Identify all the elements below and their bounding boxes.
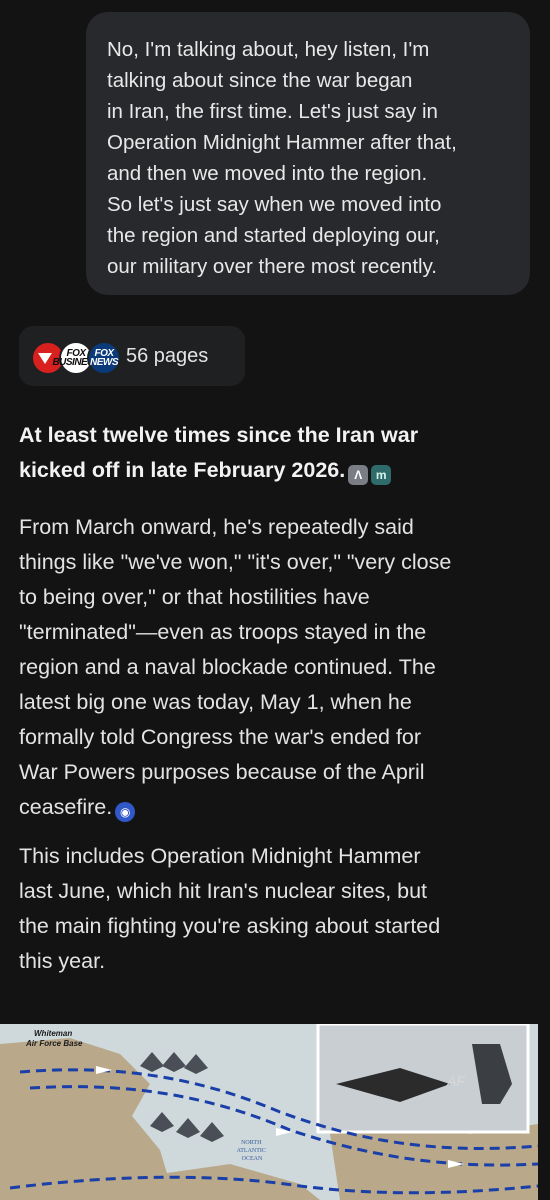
citation-chip-icon[interactable]: Λ [348,465,369,485]
map-illustration: AF Whiteman Air Force Base NORTH ATLANTI… [0,1024,538,1200]
base-label: Whiteman Air Force Base [25,1029,83,1048]
user-message-line: our military over there most recently. [107,255,438,278]
answer-headline: At least twelve times since the Iran war… [19,418,529,488]
paragraph-line: this year. [19,949,106,973]
paragraph-line: things like "we've won," "it's over," "v… [19,550,452,574]
paragraph-line: latest big one was today, May 1, when he [19,690,412,714]
user-message-line: Operation Midnight Hammer after that, [107,131,457,154]
paragraph-line: last June, which hit Iran's nuclear site… [19,879,428,903]
user-message-line: talking about since the war began [107,69,413,92]
headline-line: At least twelve times since the Iran war [19,423,419,447]
user-message-line: the region and started deploying our, [107,224,440,247]
user-message-line: and then we moved into the region. [107,162,428,185]
paragraph-line: From March onward, he's repeatedly said [19,515,414,539]
user-message-line: So let's just say when we moved into [107,193,442,216]
paragraph-line: "terminated"—even as troops stayed in th… [19,620,427,644]
paragraph-line: War Powers purposes because of the April [19,760,425,784]
paragraph-line: to being over," or that hostilities have [19,585,370,609]
map-image[interactable]: AF Whiteman Air Force Base NORTH ATLANTI… [0,1024,538,1200]
paragraph-line: ceasefire. [19,795,113,819]
sources-chip[interactable]: FOX BUSINESS FOX NEWS 56 pages [19,326,245,386]
paragraph-line: the main fighting you're asking about st… [19,914,441,938]
user-message-bubble: No, I'm talking about, hey listen, I'm t… [86,12,530,295]
answer-paragraph: This includes Operation Midnight Hammer … [19,839,529,979]
assistant-answer: At least twelve times since the Iran war… [19,418,529,979]
answer-paragraph: From March onward, he's repeatedly said … [19,510,529,825]
source-favicons: FOX BUSINESS FOX NEWS [31,336,121,376]
user-message-line: in Iran, the first time. Let's just say … [107,100,438,123]
user-message-line: No, I'm talking about, hey listen, I'm [107,38,430,61]
citation-chip-icon[interactable]: m [371,465,392,485]
sources-count-label: 56 pages [126,344,209,367]
citation-chip-icon[interactable]: ◉ [115,802,136,822]
headline-line: kicked off in late February 2026. [19,458,346,482]
paragraph-line: This includes Operation Midnight Hammer [19,844,421,868]
paragraph-line: region and a naval blockade continued. T… [19,655,436,679]
paragraph-line: formally told Congress the war's ended f… [19,725,422,749]
fox-news-logo-icon: FOX NEWS [87,341,121,375]
aircraft-tail-text: AF [446,1073,466,1089]
